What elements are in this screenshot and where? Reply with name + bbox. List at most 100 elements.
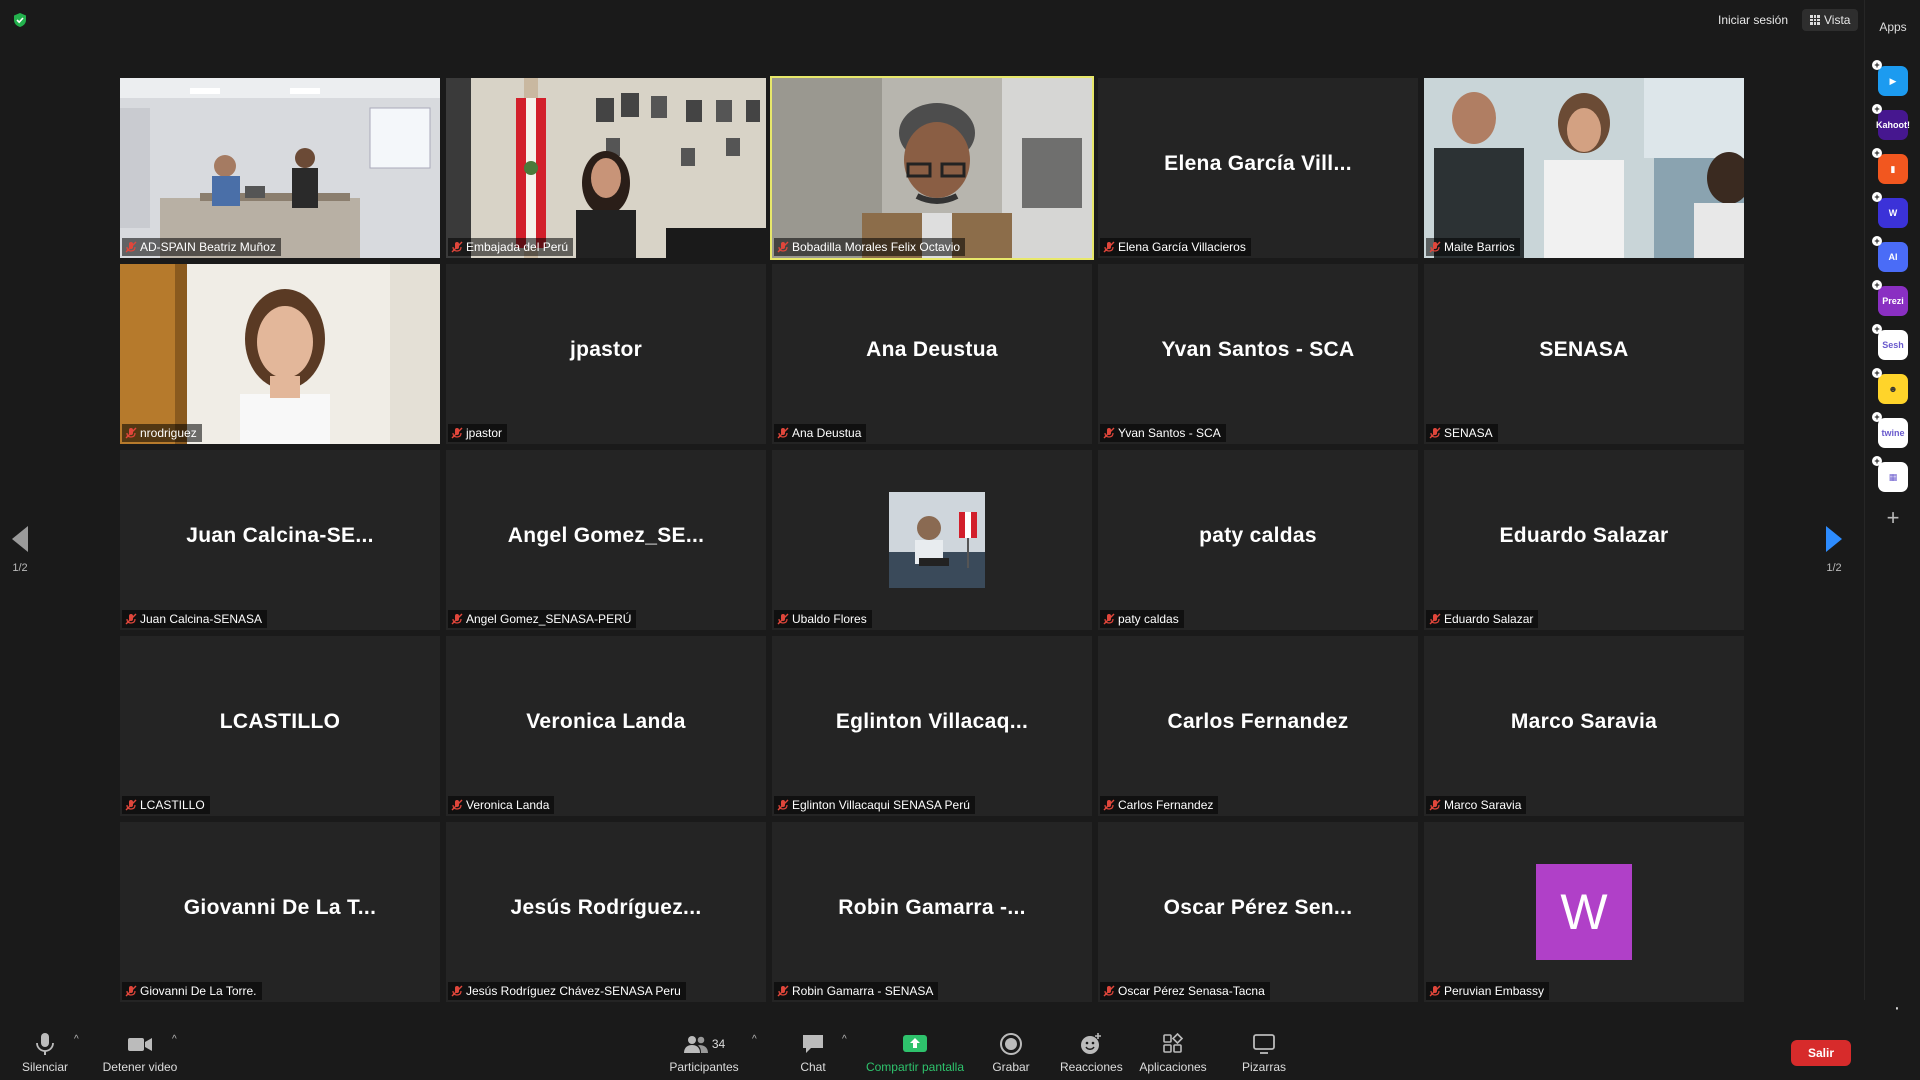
- participant-nameplate: Robin Gamarra - SENASA: [774, 982, 939, 1000]
- participant-tile-yvan-santos-sca[interactable]: Yvan Santos - SCA Yvan Santos - SCA: [1098, 264, 1418, 444]
- app-icon-glyph: Sesh: [1882, 340, 1904, 350]
- participant-tile-giovanni-de-la-torre[interactable]: Giovanni De La T... Giovanni De La Torre.: [120, 822, 440, 1002]
- participant-tile-marco-saravia[interactable]: Marco Saravia Marco Saravia: [1424, 636, 1744, 816]
- app-orange-icon[interactable]: + ▮: [1872, 148, 1908, 184]
- participant-tile-veronica-landa[interactable]: Veronica Landa Veronica Landa: [446, 636, 766, 816]
- muted-microphone-icon: [451, 985, 463, 997]
- participant-tile-carlos-fernandez[interactable]: Carlos Fernandez Carlos Fernandez: [1098, 636, 1418, 816]
- mute-options-chevron-icon[interactable]: ^: [74, 1034, 79, 1045]
- share-screen-label: Compartir pantalla: [865, 1060, 965, 1074]
- share-screen-button[interactable]: Compartir pantalla: [862, 1032, 968, 1074]
- participant-tile-jesus-rodriguez-chavez-senasa-peru[interactable]: Jesús Rodríguez... Jesús Rodríguez Chávez…: [446, 822, 766, 1002]
- app-emoji-icon[interactable]: + ☻: [1872, 368, 1908, 404]
- participant-tile-nrodriguez[interactable]: nrodriguez: [120, 264, 440, 444]
- app-blocks-icon[interactable]: + ▦: [1872, 456, 1908, 492]
- add-badge-icon: +: [1872, 456, 1882, 466]
- participant-tile-eduardo-salazar[interactable]: Eduardo Salazar Eduardo Salazar: [1424, 450, 1744, 630]
- participant-tile-jpastor[interactable]: jpastor jpastor: [446, 264, 766, 444]
- participant-nameplate: Maite Barrios: [1426, 238, 1520, 256]
- participant-name: Oscar Pérez Senasa-Tacna: [1118, 984, 1265, 998]
- app-play-icon[interactable]: + ▶: [1872, 60, 1908, 96]
- view-button[interactable]: Vista: [1802, 9, 1859, 31]
- participant-nameplate: nrodriguez: [122, 424, 202, 442]
- app-w-icon[interactable]: + W: [1872, 192, 1908, 228]
- view-label: Vista: [1824, 13, 1851, 27]
- muted-microphone-icon: [777, 427, 789, 439]
- add-badge-icon: +: [1872, 60, 1882, 70]
- muted-microphone-icon: [125, 799, 137, 811]
- chat-button[interactable]: Chat: [790, 1032, 836, 1074]
- video-camera-icon: [100, 1032, 180, 1056]
- participant-name: Eglinton Villacaqui SENASA Perú: [792, 798, 970, 812]
- participant-name: LCASTILLO: [140, 798, 205, 812]
- muted-microphone-icon: [1429, 613, 1441, 625]
- participant-name: Carlos Fernandez: [1118, 798, 1214, 812]
- muted-microphone-icon: [125, 427, 137, 439]
- participant-tile-ad-spain-beatriz-munoz[interactable]: AD-SPAIN Beatriz Muñoz: [120, 78, 440, 258]
- whiteboards-button[interactable]: Pizarras: [1236, 1032, 1292, 1074]
- muted-microphone-icon: [777, 799, 789, 811]
- participant-name: Ubaldo Flores: [792, 612, 867, 626]
- add-badge-icon: +: [1872, 148, 1882, 158]
- participant-display-name: Marco Saravia: [1510, 710, 1658, 733]
- participant-video: [120, 78, 440, 258]
- participant-tile-ana-deustua[interactable]: Ana Deustua Ana Deustua: [772, 264, 1092, 444]
- app-twine-icon[interactable]: + twine: [1872, 412, 1908, 448]
- participant-name: Bobadilla Morales Felix Octavio: [792, 240, 961, 254]
- sign-in-button[interactable]: Iniciar sesión: [1712, 10, 1794, 30]
- next-page-button[interactable]: 1/2: [1814, 520, 1854, 580]
- app-icon-glyph: Kahoot!: [1876, 120, 1910, 130]
- participant-tile-senasa[interactable]: SENASA SENASA: [1424, 264, 1744, 444]
- participant-tile-maite-barrios[interactable]: Maite Barrios: [1424, 78, 1744, 258]
- participant-nameplate: Peruvian Embassy: [1426, 982, 1550, 1000]
- meeting-toolbar: Silenciar ^ Detener video ^ 34 Participa…: [0, 1012, 1920, 1080]
- muted-microphone-icon: [1103, 427, 1115, 439]
- participant-tile-eglinton-villacaqui-senasa-peru[interactable]: Eglinton Villacaq... Eglinton Villacaqui …: [772, 636, 1092, 816]
- app-icon-glyph: ☻: [1888, 384, 1898, 394]
- record-button[interactable]: Grabar: [986, 1032, 1036, 1074]
- mute-button[interactable]: Silenciar: [20, 1032, 70, 1074]
- stop-video-button[interactable]: Detener video: [100, 1032, 180, 1074]
- leave-button[interactable]: Salir: [1791, 1040, 1851, 1066]
- muted-microphone-icon: [451, 799, 463, 811]
- security-shield-icon[interactable]: [12, 12, 28, 28]
- participant-tile-robin-gamarra-senasa[interactable]: Robin Gamarra -... Robin Gamarra - SENASA: [772, 822, 1092, 1002]
- app-prezi-icon[interactable]: + Prezi: [1872, 280, 1908, 316]
- participants-options-chevron-icon[interactable]: ^: [752, 1034, 757, 1045]
- participant-tile-peruvian-embassy[interactable]: W Peruvian Embassy: [1424, 822, 1744, 1002]
- muted-microphone-icon: [125, 985, 137, 997]
- muted-microphone-icon: [1103, 613, 1115, 625]
- participant-tile-lcastillo[interactable]: LCASTILLO LCASTILLO: [120, 636, 440, 816]
- grid-view-icon: [1810, 15, 1820, 25]
- app-ai-icon[interactable]: + AI: [1872, 236, 1908, 272]
- chat-options-chevron-icon[interactable]: ^: [842, 1034, 847, 1045]
- add-badge-icon: +: [1872, 104, 1882, 114]
- app-kahoot-icon[interactable]: + Kahoot!: [1872, 104, 1910, 140]
- participant-name: jpastor: [466, 426, 503, 440]
- reactions-button[interactable]: Reacciones: [1060, 1032, 1123, 1074]
- participant-tile-paty-caldas[interactable]: paty caldas paty caldas: [1098, 450, 1418, 630]
- participant-tile-ubaldo-flores[interactable]: Ubaldo Flores: [772, 450, 1092, 630]
- participant-nameplate: jpastor: [448, 424, 508, 442]
- participant-display-name: Ana Deustua: [866, 338, 998, 361]
- participant-tile-elena-garcia-villacieros[interactable]: Elena García Vill... Elena García Villaci…: [1098, 78, 1418, 258]
- participant-tile-bobadilla-morales-felix-octavio[interactable]: Bobadilla Morales Felix Octavio: [770, 76, 1094, 260]
- video-options-chevron-icon[interactable]: ^: [172, 1034, 177, 1045]
- app-icon-glyph: twine: [1881, 428, 1905, 438]
- participant-tile-embajada-del-peru[interactable]: Embajada del Perú: [446, 78, 766, 258]
- participants-button[interactable]: 34 Participantes: [664, 1032, 744, 1074]
- share-screen-icon: [862, 1032, 968, 1056]
- participant-tile-oscar-perez-senasa-tacna[interactable]: Oscar Pérez Sen... Oscar Pérez Senasa-Tac…: [1098, 822, 1418, 1002]
- muted-microphone-icon: [1429, 241, 1441, 253]
- participant-tile-juan-calcina-senasa[interactable]: Juan Calcina-SE... Juan Calcina-SENASA: [120, 450, 440, 630]
- add-badge-icon: +: [1872, 236, 1882, 246]
- app-sesh-icon[interactable]: + Sesh: [1872, 324, 1908, 360]
- apps-button[interactable]: Aplicaciones: [1138, 1032, 1208, 1074]
- participant-name: paty caldas: [1118, 612, 1179, 626]
- participant-display-name: Robin Gamarra -...: [838, 896, 1026, 919]
- participant-tile-angel-gomez-senasa-peru[interactable]: Angel Gomez_SE... Angel Gomez_SENASA-PERÚ: [446, 450, 766, 630]
- participant-display-name: Oscar Pérez Sen...: [1163, 896, 1353, 919]
- muted-microphone-icon: [1429, 985, 1441, 997]
- apps-panel: Apps + ▶ + Kahoot! + ▮ + W + AI + Prezi + Sesh + ☻ + twin…: [1864, 0, 1920, 1000]
- add-app-icon[interactable]: +: [1883, 507, 1903, 529]
